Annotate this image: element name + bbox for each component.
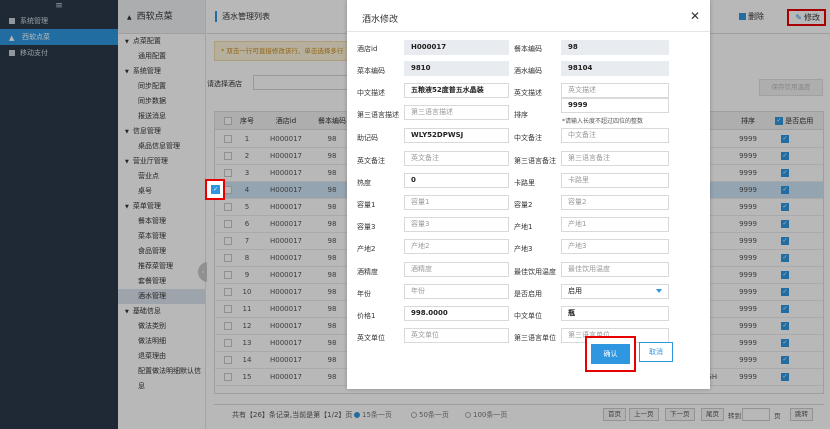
row-4-checkbox-highlight[interactable]: ✓ [205, 179, 225, 200]
cn-unit-input[interactable]: 瓶 [561, 306, 669, 321]
dish-code-label: 菜本编码 [357, 67, 385, 75]
drink-code-label: 酒水编码 [514, 67, 542, 75]
mnemonic-label: 助记码 [357, 134, 378, 142]
confirm-highlight: 确认 [585, 336, 636, 372]
third-desc-input[interactable]: 第三语言描述 [404, 105, 509, 120]
enabled-select[interactable]: 启用 [561, 284, 669, 299]
third-unit-label: 第三语言单位 [514, 334, 556, 342]
en-desc-input[interactable]: 英文描述 [561, 83, 669, 98]
hotel-id-field: H000017 [404, 40, 509, 55]
third-note-label: 第三语言备注 [514, 157, 556, 165]
dialog-title: 酒水修改 [362, 15, 399, 25]
cn-desc-label: 中文描述 [357, 89, 385, 97]
heat-input[interactable]: 0 [404, 173, 509, 188]
price-label: 价格1 [357, 312, 376, 320]
price-input[interactable]: 998.0000 [404, 306, 509, 321]
temperature-label: 最佳饮用温度 [514, 268, 556, 276]
sort-hint: *请输入长度不超过四位的整数 [562, 118, 644, 125]
temperature-input[interactable]: 最佳饮用温度 [561, 262, 669, 277]
origin2-label: 产地2 [357, 245, 376, 253]
menu-code-field: 98 [561, 40, 669, 55]
drink-code-field: 98104 [561, 61, 669, 76]
chevron-down-icon [656, 289, 662, 293]
origin3-label: 产地3 [514, 245, 533, 253]
dish-code-field: 9810 [404, 61, 509, 76]
origin1-label: 产地1 [514, 223, 533, 231]
edit-drink-dialog: 酒水修改 ✕ 酒店id H000017 餐本编码 98 菜本编码 9810 酒水… [347, 0, 710, 389]
cap1-label: 容量1 [357, 201, 376, 209]
cap1-input[interactable]: 容量1 [404, 195, 509, 210]
alcohol-input[interactable]: 酒精度 [404, 262, 509, 277]
cn-note-label: 中文备注 [514, 134, 542, 142]
alcohol-label: 酒精度 [357, 268, 378, 276]
year-input[interactable]: 年份 [404, 284, 509, 299]
origin3-input[interactable]: 产地3 [561, 239, 669, 254]
en-unit-label: 英文单位 [357, 334, 385, 342]
third-note-input[interactable]: 第三语言备注 [561, 151, 669, 166]
origin1-input[interactable]: 产地1 [561, 217, 669, 232]
third-desc-label: 第三语言描述 [357, 111, 399, 119]
heat-label: 热度 [357, 179, 371, 187]
check-icon: ✓ [211, 185, 220, 194]
cn-desc-input[interactable]: 五粮液52度普五水晶装 [404, 83, 509, 98]
en-note-label: 英文备注 [357, 157, 385, 165]
enabled-label: 是否启用 [514, 290, 542, 298]
cancel-button[interactable]: 取消 [639, 342, 673, 362]
confirm-button[interactable]: 确认 [591, 344, 630, 364]
year-label: 年份 [357, 290, 371, 298]
cap3-input[interactable]: 容量3 [404, 217, 509, 232]
cn-note-input[interactable]: 中文备注 [561, 128, 669, 143]
cap3-label: 容量3 [357, 223, 376, 231]
en-desc-label: 英文描述 [514, 89, 542, 97]
sort-input[interactable]: 9999 [561, 98, 669, 113]
origin2-input[interactable]: 产地2 [404, 239, 509, 254]
cap2-label: 容量2 [514, 201, 533, 209]
en-unit-input[interactable]: 英文单位 [404, 328, 509, 343]
hotel-id-label: 酒店id [357, 45, 378, 53]
close-icon[interactable]: ✕ [690, 9, 700, 23]
dialog-divider [347, 31, 710, 32]
sort-label: 排序 [514, 111, 528, 119]
en-note-input[interactable]: 英文备注 [404, 151, 509, 166]
mnemonic-input[interactable]: WLY52DPWSJ [404, 128, 509, 143]
calorie-label: 卡路里 [514, 179, 535, 187]
cn-unit-label: 中文单位 [514, 312, 542, 320]
cap2-input[interactable]: 容量2 [561, 195, 669, 210]
menu-code-label: 餐本编码 [514, 45, 542, 53]
calorie-input[interactable]: 卡路里 [561, 173, 669, 188]
